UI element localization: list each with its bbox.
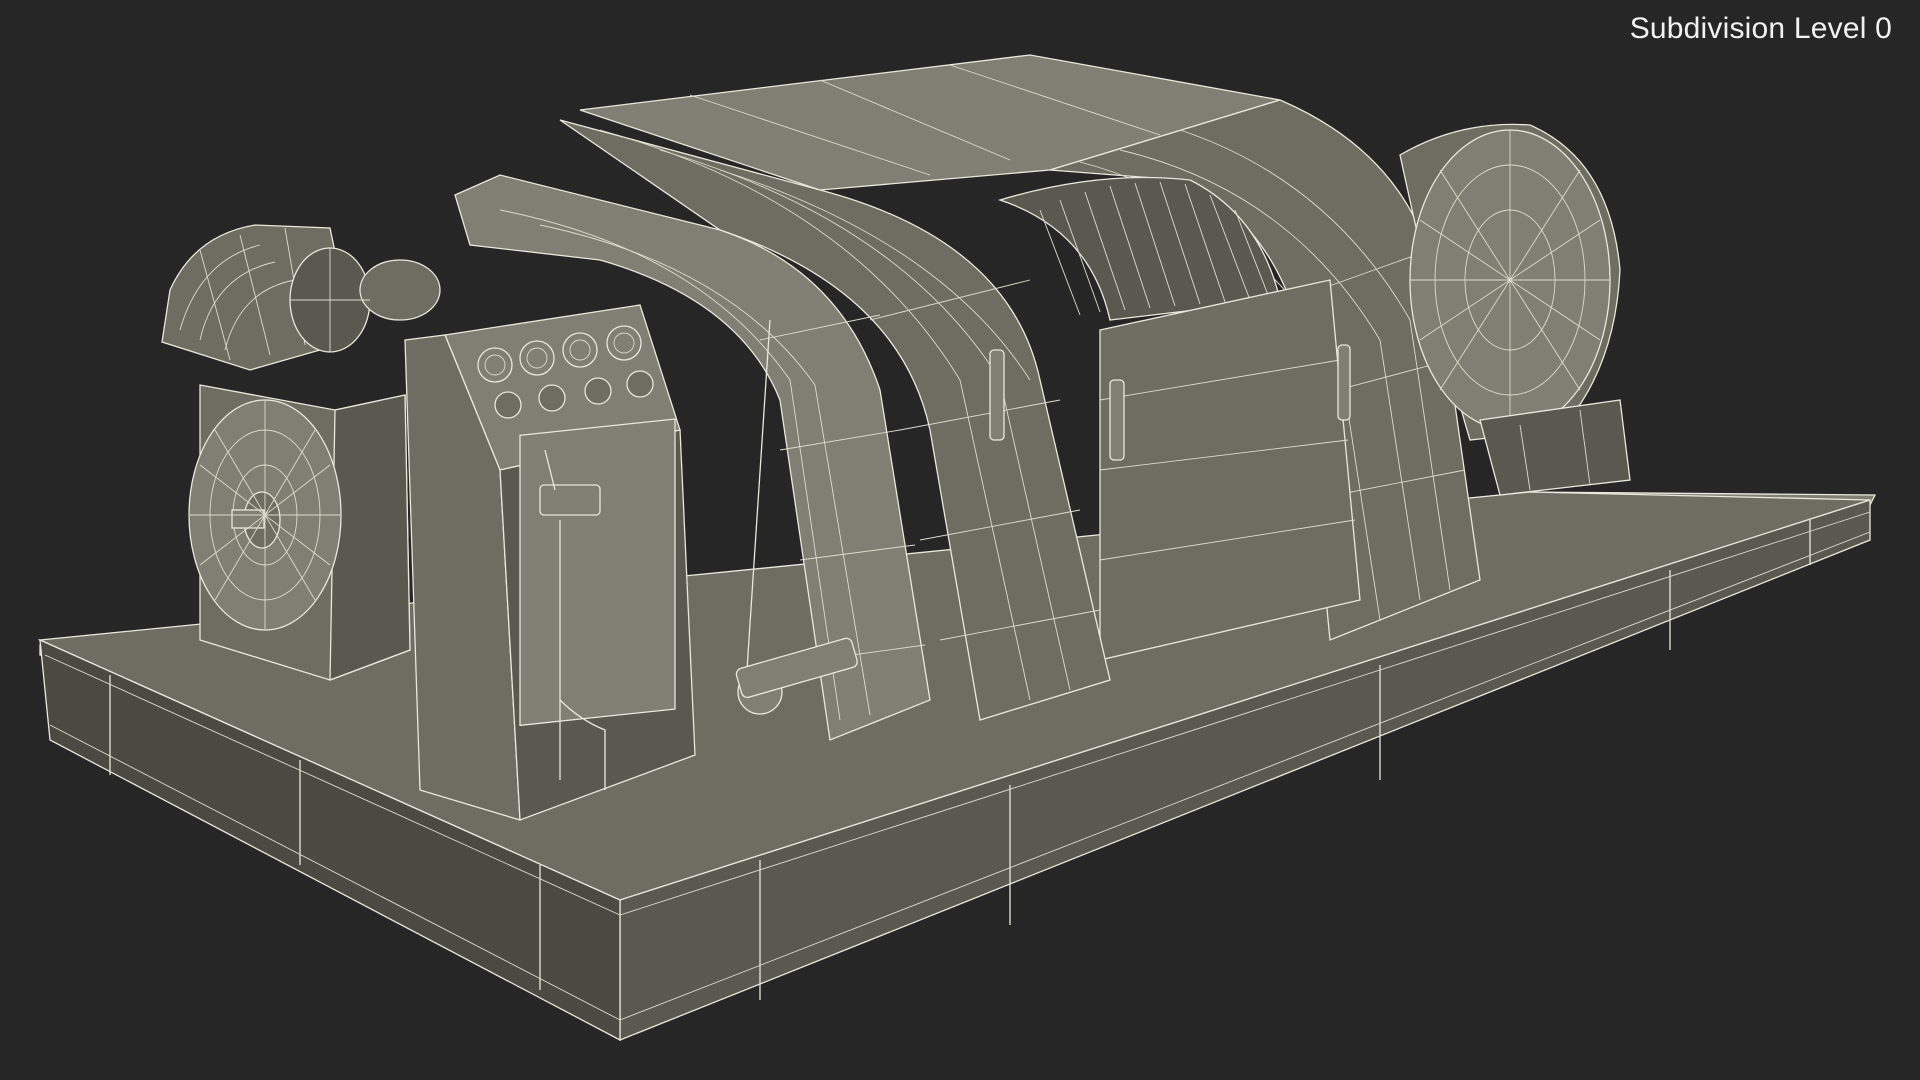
left-motor: [161, 224, 441, 681]
control-panel: [404, 304, 696, 821]
subdivision-level-label: Subdivision Level 0: [1629, 12, 1892, 45]
winch-wireframe-model: [37, 54, 1877, 1042]
render-viewport: Subdivision Level 0: [0, 0, 1920, 1080]
